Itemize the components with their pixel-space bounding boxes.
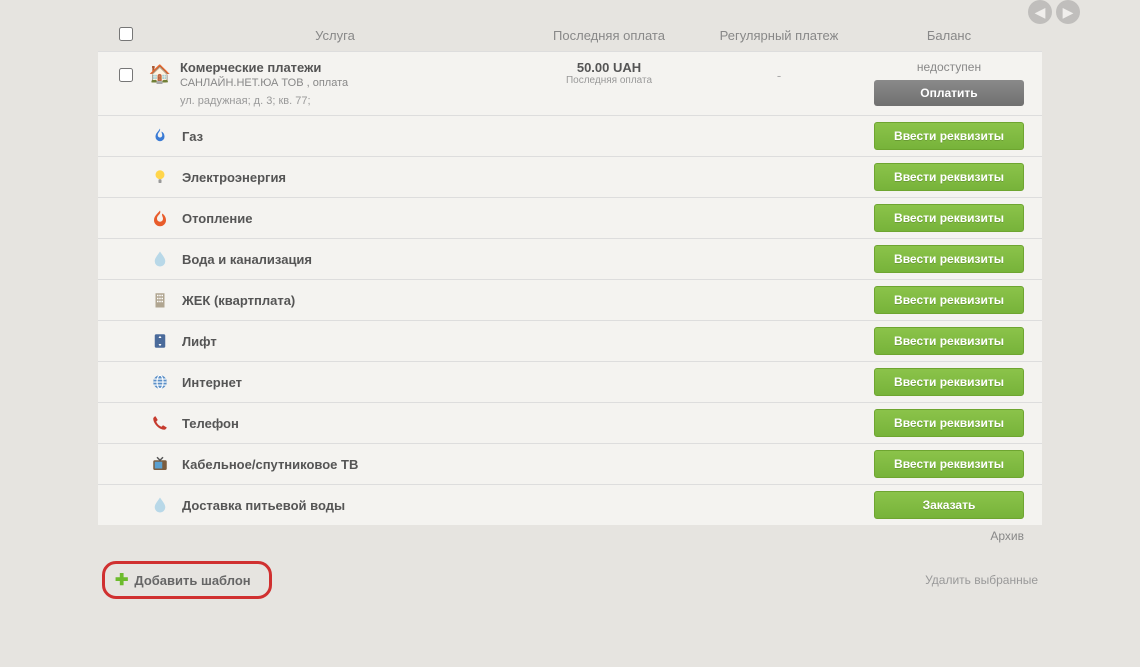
enter-details-button[interactable]: Ввести реквизиты (874, 286, 1024, 314)
service-label: Доставка питьевой воды (174, 498, 864, 513)
service-row-zhek: ЖЕК (квартплата) Ввести реквизиты (98, 280, 1042, 321)
enter-details-button[interactable]: Ввести реквизиты (874, 368, 1024, 396)
service-label: Телефон (174, 416, 864, 431)
nav-next-icon[interactable]: ▶ (1056, 0, 1080, 24)
gas-icon (151, 127, 169, 145)
service-label: ЖЕК (квартплата) (174, 293, 864, 308)
main-title: Комерческие платежи (180, 60, 524, 75)
service-row-cable-tv: Кабельное/спутниковое ТВ Ввести реквизит… (98, 444, 1042, 485)
service-label: Электроэнергия (174, 170, 864, 185)
service-label: Кабельное/спутниковое ТВ (174, 457, 864, 472)
service-row-water-delivery: Доставка питьевой воды Заказать (98, 485, 1042, 525)
select-all-checkbox[interactable] (119, 27, 133, 41)
delete-selected-link[interactable]: Удалить выбранные (925, 573, 1038, 587)
archive-link[interactable]: Архив (990, 529, 1024, 543)
drop-icon (151, 250, 169, 268)
service-label: Газ (174, 129, 864, 144)
bulb-icon (151, 168, 169, 186)
service-row-electricity: Электроэнергия Ввести реквизиты (98, 157, 1042, 198)
enter-details-button[interactable]: Ввести реквизиты (874, 245, 1024, 273)
service-row-elevator: Лифт Ввести реквизиты (98, 321, 1042, 362)
service-row-water-sewage: Вода и канализация Ввести реквизиты (98, 239, 1042, 280)
enter-details-button[interactable]: Ввести реквизиты (874, 163, 1024, 191)
row-checkbox[interactable] (119, 68, 133, 82)
last-label: Последняя оплата (524, 75, 694, 86)
pay-button[interactable]: Оплатить (874, 80, 1024, 106)
add-template-label: Добавить шаблон (134, 573, 250, 588)
service-row-heating: Отопление Ввести реквизиты (98, 198, 1042, 239)
elevator-icon (151, 332, 169, 350)
order-button[interactable]: Заказать (874, 491, 1024, 519)
enter-details-button[interactable]: Ввести реквизиты (874, 204, 1024, 232)
service-label: Вода и канализация (174, 252, 864, 267)
last-amount: 50.00 UAH (524, 60, 694, 75)
service-row-phone: Телефон Ввести реквизиты (98, 403, 1042, 444)
service-row-gas: Газ Ввести реквизиты (98, 116, 1042, 157)
header-service: Услуга (146, 28, 524, 43)
table-header: Услуга Последняя оплата Регулярный плате… (98, 20, 1042, 52)
main-address: ул. радужная; д. 3; кв. 77; (180, 95, 524, 107)
enter-details-button[interactable]: Ввести реквизиты (874, 409, 1024, 437)
building-icon (151, 291, 169, 309)
enter-details-button[interactable]: Ввести реквизиты (874, 450, 1024, 478)
globe-icon (151, 373, 169, 391)
nav-prev-icon[interactable]: ◀ (1028, 0, 1052, 24)
add-template-button[interactable]: ✚ Добавить шаблон (102, 561, 272, 599)
drop-icon (151, 496, 169, 514)
enter-details-button[interactable]: Ввести реквизиты (874, 122, 1024, 150)
plus-icon: ✚ (115, 570, 128, 590)
phone-icon (151, 414, 169, 432)
service-label: Лифт (174, 334, 864, 349)
home-icon: 🏠 (149, 64, 171, 84)
service-label: Отопление (174, 211, 864, 226)
enter-details-button[interactable]: Ввести реквизиты (874, 327, 1024, 355)
fire-icon (151, 209, 169, 227)
regular-value: - (694, 60, 864, 83)
balance-unavailable: недоступен (864, 60, 1034, 74)
main-provider: САНЛАЙН.НЕТ.ЮА ТОВ , оплата (180, 77, 524, 89)
header-last-payment: Последняя оплата (524, 28, 694, 43)
main-payment-row: 🏠 Комерческие платежи САНЛАЙН.НЕТ.ЮА ТОВ… (98, 52, 1042, 116)
header-regular-payment: Регулярный платеж (694, 28, 864, 43)
service-label: Интернет (174, 375, 864, 390)
top-nav-arrows: ◀ ▶ (1028, 0, 1080, 24)
tv-icon (151, 455, 169, 473)
service-row-internet: Интернет Ввести реквизиты (98, 362, 1042, 403)
header-balance: Баланс (864, 28, 1034, 43)
